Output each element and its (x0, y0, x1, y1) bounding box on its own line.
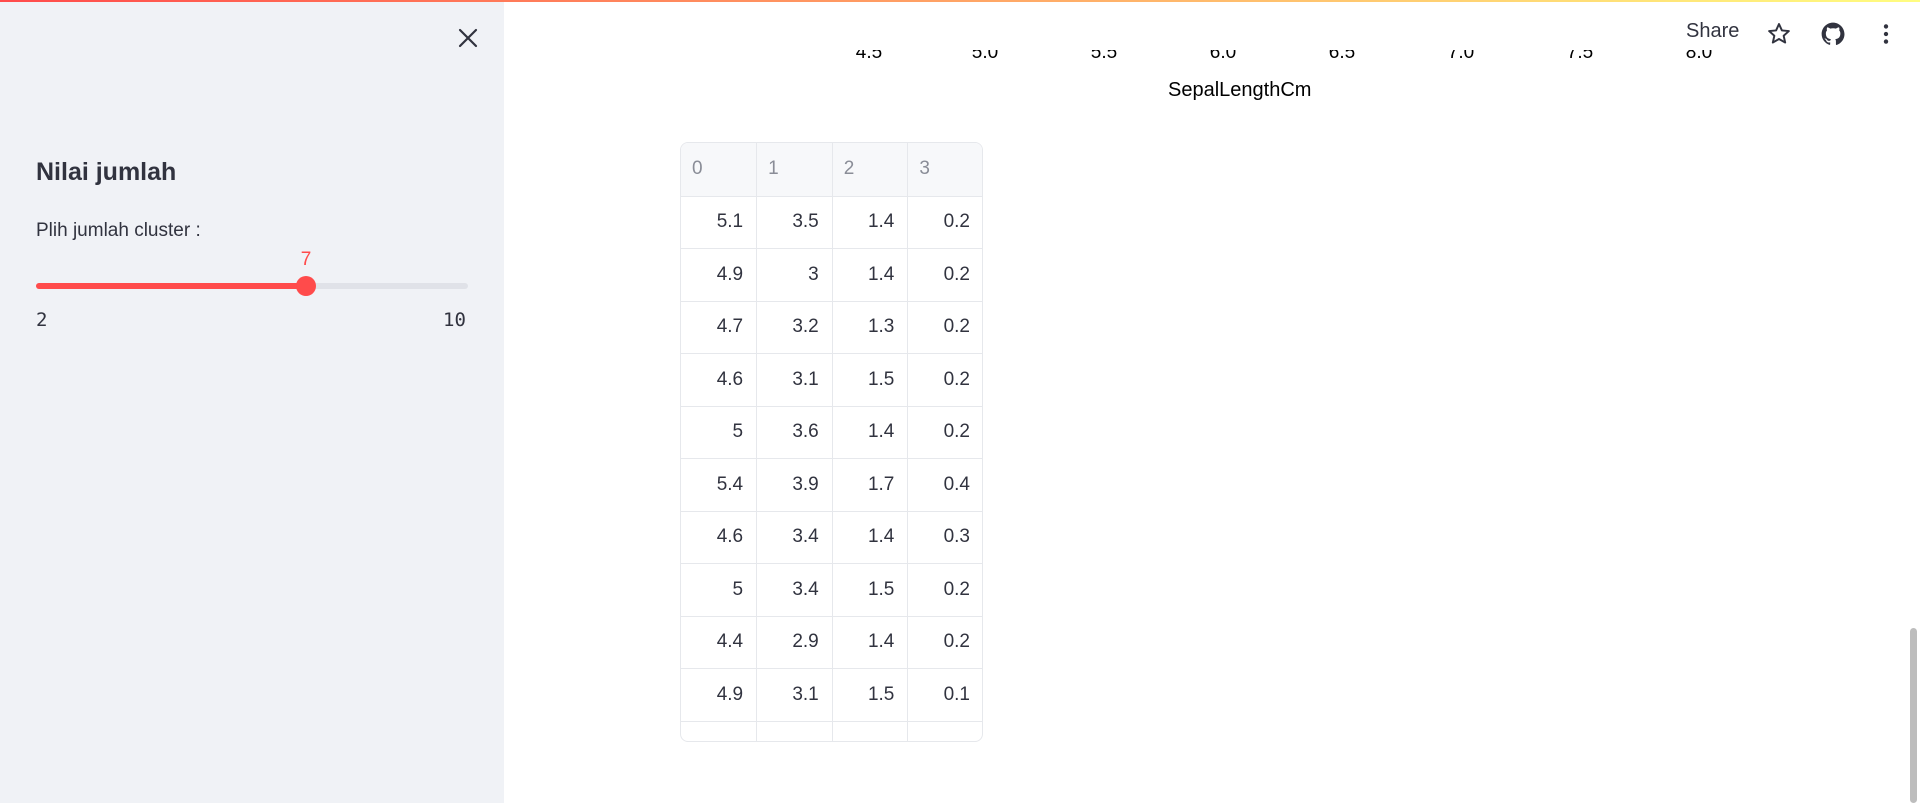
column-header[interactable]: 2 (832, 143, 909, 197)
table-cell[interactable]: 0.4 (907, 458, 982, 512)
table-cell[interactable]: 1.7 (832, 458, 909, 512)
table-cell[interactable]: 0.2 (907, 301, 982, 354)
x-tick-label: 5.0 (971, 50, 999, 60)
table-cell[interactable]: 3 (756, 248, 833, 302)
share-button[interactable]: Share (1686, 20, 1739, 43)
x-tick-label: 6.0 (1209, 50, 1237, 60)
table-cell[interactable]: 4.6 (681, 353, 758, 407)
table-row: 5.1 3.5 1.4 0.2 (681, 196, 982, 249)
table-cell[interactable]: 1.4 (832, 511, 909, 564)
table-cell[interactable]: 0.1 (907, 668, 982, 722)
cluster-slider[interactable] (36, 276, 468, 296)
table-row: 4.9 3.1 1.5 0.1 (681, 668, 982, 722)
table-cell[interactable]: 0.2 (907, 563, 982, 617)
table-row: 4.7 3.2 1.3 0.2 (681, 301, 982, 354)
table-cell[interactable]: 3.2 (756, 301, 833, 354)
table-row (681, 721, 982, 741)
table-row: 5.4 3.9 1.7 0.4 (681, 458, 982, 512)
github-icon (1821, 22, 1845, 45)
close-sidebar-button[interactable] (452, 22, 484, 54)
table-cell[interactable]: 2.9 (756, 616, 833, 669)
main-menu-button[interactable] (1870, 18, 1902, 50)
dataframe[interactable]: 0 1 2 3 5.1 3.5 1.4 0.2 4.9 3 1.4 0.2 4.7 3.2 1.3 0… (680, 142, 983, 742)
table-cell[interactable]: 4.4 (681, 616, 758, 669)
x-tick-label: 7.0 (1447, 50, 1475, 60)
table-cell (832, 721, 909, 741)
more-vert-icon (1883, 24, 1889, 44)
x-tick-label: 5.5 (1090, 50, 1118, 60)
github-button[interactable] (1817, 18, 1849, 50)
table-cell[interactable]: 3.1 (756, 353, 833, 407)
table-cell[interactable]: 3.9 (756, 458, 833, 512)
table-cell[interactable]: 1.4 (832, 616, 909, 669)
slider-fill (36, 283, 306, 289)
star-icon (1768, 23, 1790, 44)
slider-max-label: 10 (443, 309, 466, 331)
slider-thumb[interactable] (296, 276, 316, 296)
table-cell[interactable]: 0.2 (907, 616, 982, 669)
table-cell[interactable]: 4.7 (681, 301, 758, 354)
table-cell[interactable]: 1.4 (832, 406, 909, 459)
top-decoration-bar (0, 0, 1920, 2)
table-row: 5 3.6 1.4 0.2 (681, 406, 982, 459)
table-row: 5 3.4 1.5 0.2 (681, 563, 982, 617)
slider-label: Plih jumlah cluster : (36, 220, 201, 241)
table-row: 4.9 3 1.4 0.2 (681, 248, 982, 302)
slider-min-label: 2 (36, 309, 48, 331)
column-header[interactable]: 3 (907, 143, 982, 197)
sidebar: Nilai jumlah Plih jumlah cluster : 7 2 1… (0, 0, 504, 803)
table-cell[interactable]: 1.4 (832, 196, 909, 249)
slider-current-value: 7 (300, 249, 312, 270)
table-cell[interactable]: 3.4 (756, 511, 833, 564)
x-tick-label: 8.0 (1685, 50, 1713, 60)
table-cell[interactable]: 0.2 (907, 406, 982, 459)
table-cell[interactable]: 0.2 (907, 248, 982, 302)
table-cell (681, 721, 758, 741)
table-cell (756, 721, 833, 741)
table-cell[interactable]: 3.1 (756, 668, 833, 722)
table-header-row: 0 1 2 3 (681, 143, 982, 197)
star-button[interactable] (1763, 18, 1795, 50)
page-scrollbar[interactable] (1910, 628, 1917, 803)
table-cell[interactable]: 1.5 (832, 668, 909, 722)
table-cell[interactable]: 5 (681, 563, 758, 617)
table-cell[interactable]: 4.9 (681, 668, 758, 722)
table-row: 4.6 3.1 1.5 0.2 (681, 353, 982, 407)
table-cell (907, 721, 982, 741)
table-cell[interactable]: 0.2 (907, 353, 982, 407)
table-cell[interactable]: 0.3 (907, 511, 982, 564)
table-cell[interactable]: 4.9 (681, 248, 758, 302)
sidebar-title: Nilai jumlah (36, 158, 177, 186)
column-header[interactable]: 1 (756, 143, 833, 197)
table-row: 4.6 3.4 1.4 0.3 (681, 511, 982, 564)
x-axis-label: SepalLengthCm (1168, 79, 1312, 101)
table-row: 4.4 2.9 1.4 0.2 (681, 616, 982, 669)
table-cell[interactable]: 5.1 (681, 196, 758, 249)
x-tick-label: 4.5 (855, 50, 883, 60)
close-icon (458, 28, 478, 48)
table-cell[interactable]: 1.3 (832, 301, 909, 354)
x-tick-label: 6.5 (1328, 50, 1356, 60)
table-cell[interactable]: 5.4 (681, 458, 758, 512)
table-cell[interactable]: 3.5 (756, 196, 833, 249)
table-cell[interactable]: 4.6 (681, 511, 758, 564)
dataframe-table: 0 1 2 3 5.1 3.5 1.4 0.2 4.9 3 1.4 0.2 4.7 3.2 1.3 0… (681, 143, 982, 741)
x-tick-label: 7.5 (1566, 50, 1594, 60)
table-cell[interactable]: 1.5 (832, 353, 909, 407)
table-cell[interactable]: 1.4 (832, 248, 909, 302)
table-cell[interactable]: 5 (681, 406, 758, 459)
table-cell[interactable]: 3.6 (756, 406, 833, 459)
table-cell[interactable]: 3.4 (756, 563, 833, 617)
column-header[interactable]: 0 (681, 143, 758, 197)
table-cell[interactable]: 1.5 (832, 563, 909, 617)
table-cell[interactable]: 0.2 (907, 196, 982, 249)
